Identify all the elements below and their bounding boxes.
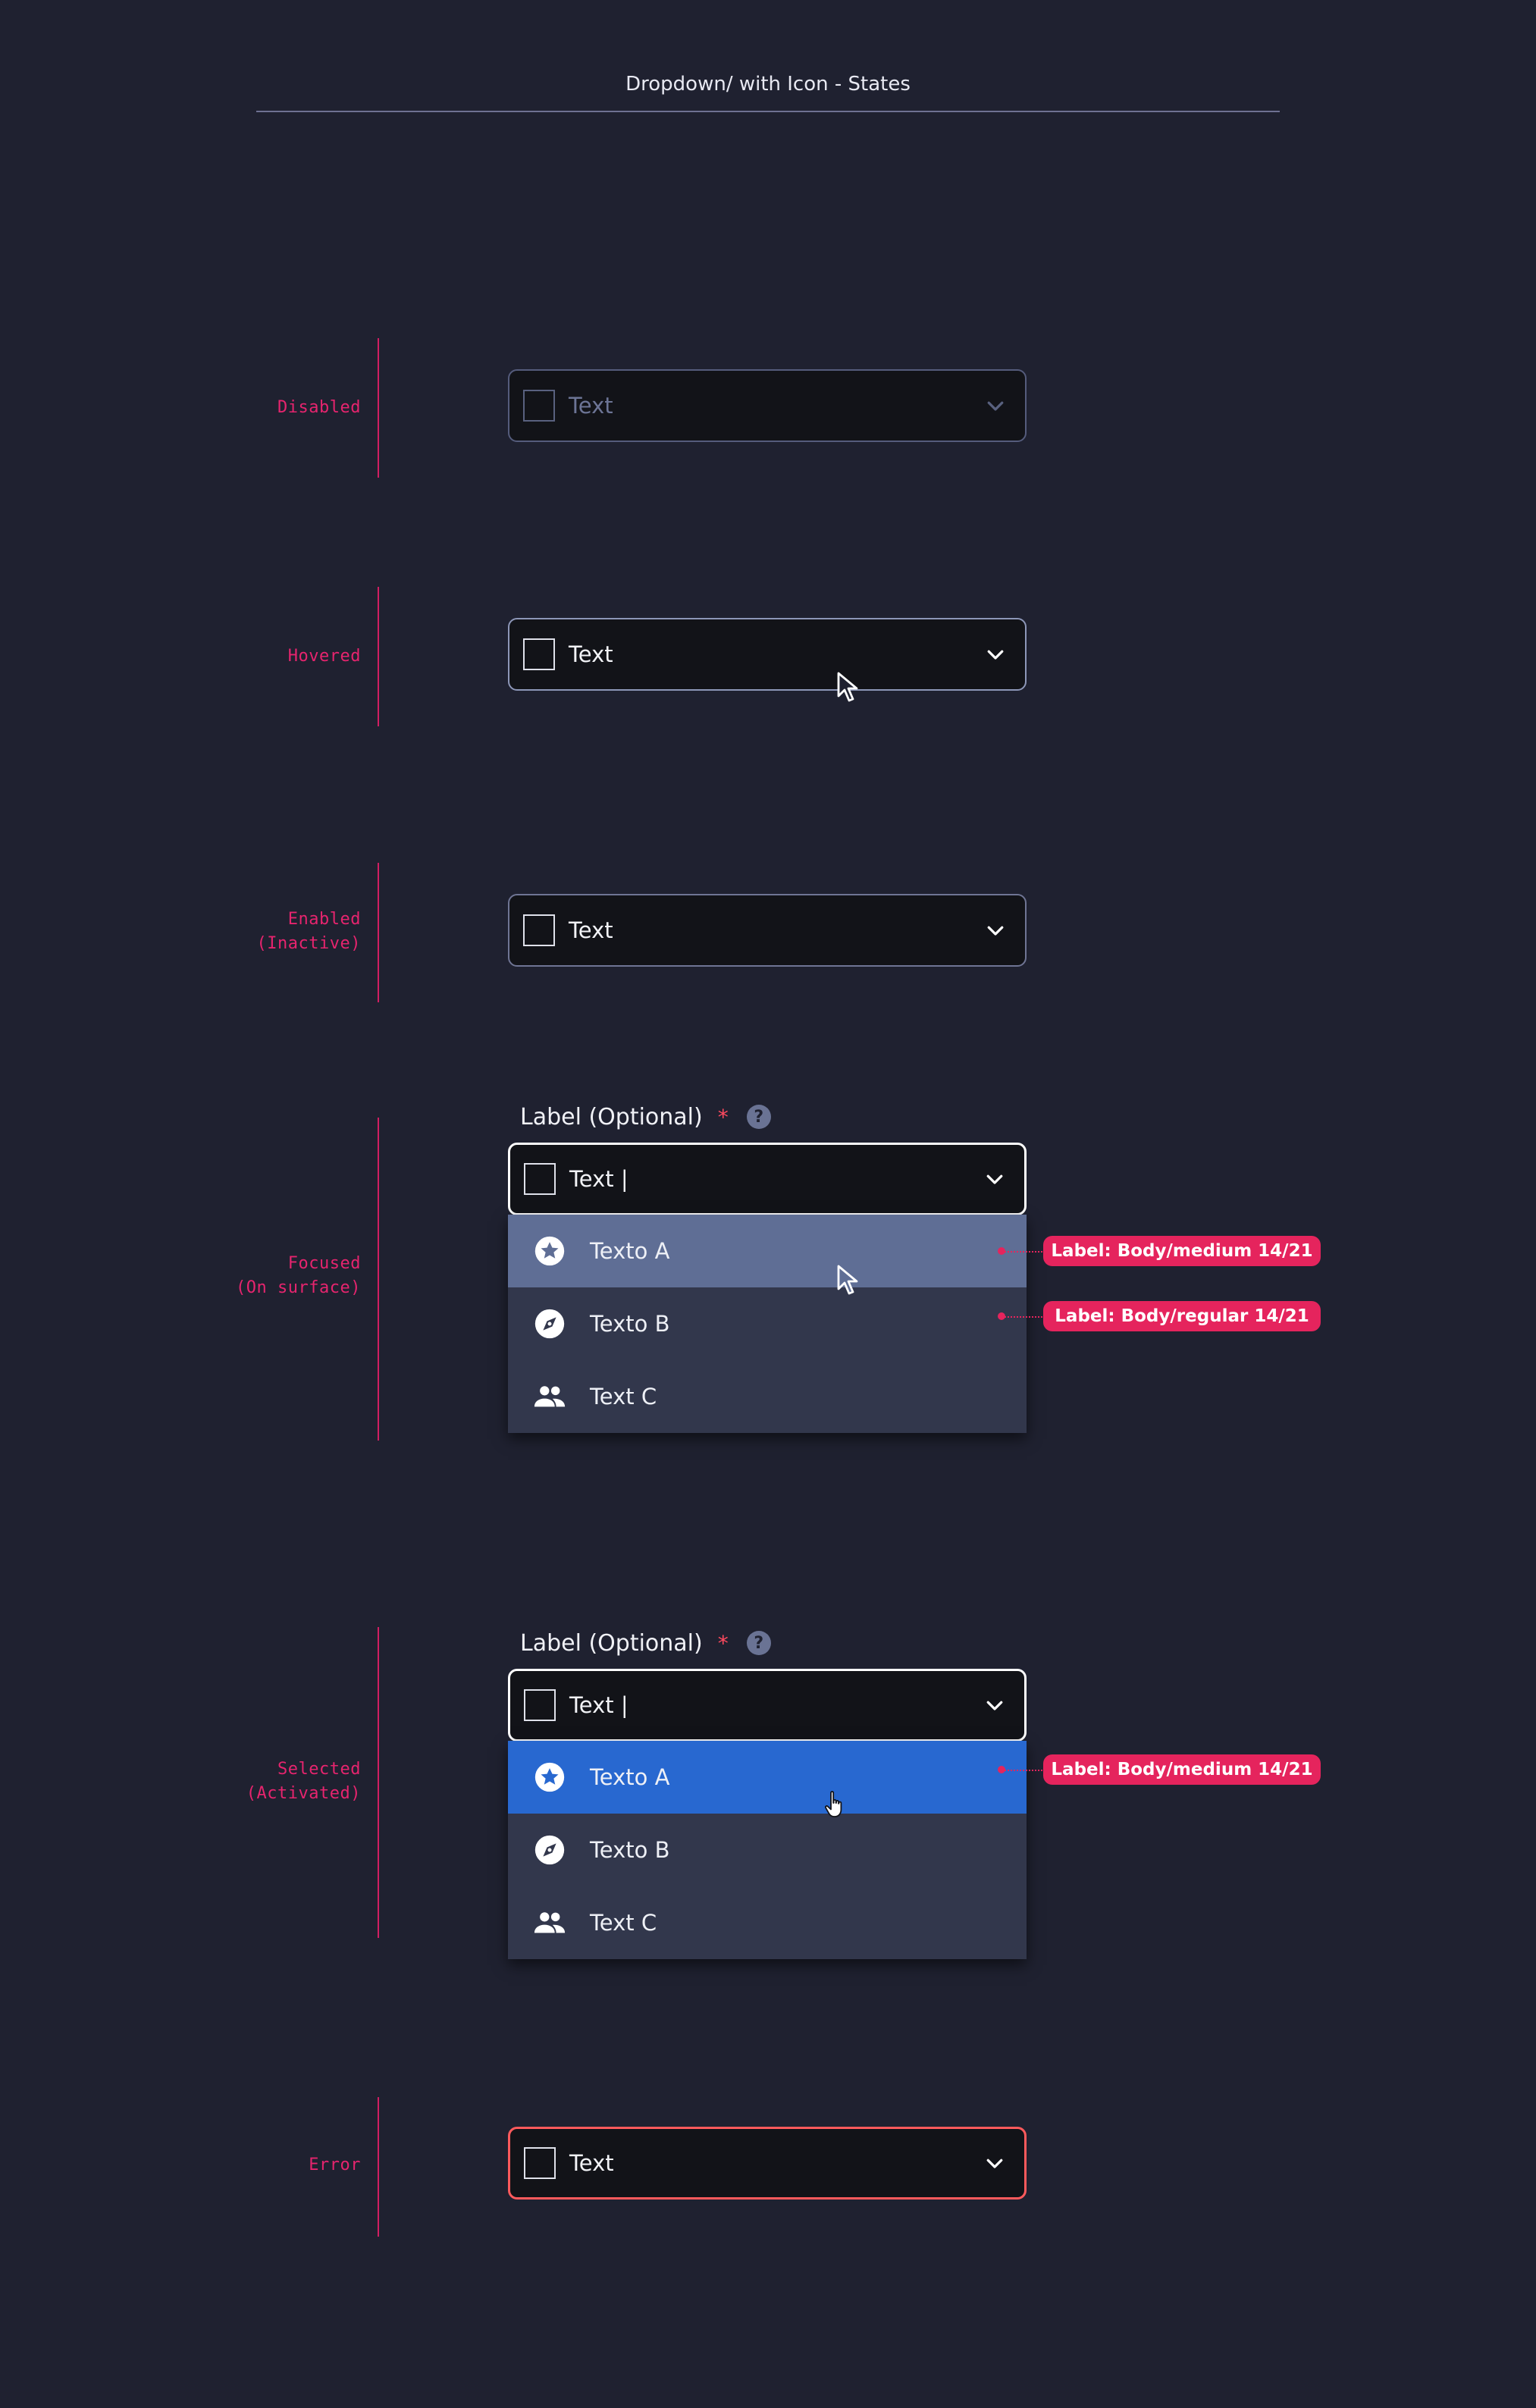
option-label: Texto B xyxy=(590,1837,670,1863)
placeholder-icon xyxy=(523,638,555,670)
dropdown-value: Text xyxy=(569,641,613,667)
dropdown-hovered[interactable]: Text xyxy=(508,618,1027,691)
people-icon xyxy=(534,1386,566,1407)
placeholder-icon xyxy=(524,1163,556,1195)
option-label: Text C xyxy=(590,1384,657,1409)
placeholder-icon xyxy=(523,390,555,422)
dropdown-disabled[interactable]: Text xyxy=(508,369,1027,442)
chevron-down-icon xyxy=(987,650,1004,660)
help-icon[interactable]: ? xyxy=(746,1631,771,1655)
field-label-text: Label (Optional) xyxy=(520,1629,703,1657)
menu-option[interactable]: Text C xyxy=(508,1360,1027,1433)
dropdown-selected[interactable]: Text | xyxy=(508,1669,1027,1742)
chevron-down-icon xyxy=(986,1174,1003,1184)
state-label-hovered: Hovered xyxy=(287,647,361,666)
dropdown-error[interactable]: Text xyxy=(508,2127,1027,2199)
state-indicator-bar xyxy=(378,338,379,478)
placeholder-icon xyxy=(523,914,555,946)
option-label: Texto A xyxy=(590,1238,670,1264)
annotation-leader xyxy=(1002,1770,1045,1771)
menu-option[interactable]: Texto B xyxy=(508,1814,1027,1886)
compass-icon xyxy=(534,1835,565,1865)
menu-option[interactable]: Texto A xyxy=(508,1741,1027,1814)
chevron-down-icon xyxy=(986,2159,1003,2168)
required-mark: * xyxy=(717,1630,729,1656)
dropdown-value: Text xyxy=(569,917,613,943)
annotation-leader xyxy=(1002,1251,1045,1253)
chevron-down-icon xyxy=(987,401,1004,411)
help-icon[interactable]: ? xyxy=(746,1105,771,1129)
chevron-down-icon xyxy=(987,926,1004,936)
title-divider xyxy=(256,111,1280,112)
state-indicator-bar xyxy=(378,1627,379,1938)
required-mark: * xyxy=(717,1104,729,1130)
option-label: Texto A xyxy=(590,1764,670,1790)
state-indicator-bar xyxy=(378,863,379,1002)
field-label: Label (Optional) * ? xyxy=(520,1628,771,1658)
dropdown-menu: Texto A Texto B Text C xyxy=(508,1741,1027,1959)
star-circle-icon xyxy=(534,1762,565,1792)
state-indicator-bar xyxy=(378,1118,379,1441)
state-indicator-bar xyxy=(378,587,379,726)
state-label-disabled: Disabled xyxy=(277,398,361,417)
state-label-selected: Selected (Activated) xyxy=(246,1760,361,1803)
people-icon xyxy=(534,1912,566,1933)
compass-icon xyxy=(534,1309,565,1339)
dropdown-enabled[interactable]: Text xyxy=(508,894,1027,967)
dropdown-value: Text | xyxy=(569,1166,629,1192)
field-label-text: Label (Optional) xyxy=(520,1103,703,1130)
dropdown-value: Text xyxy=(569,2150,614,2176)
menu-option[interactable]: Texto A xyxy=(508,1215,1027,1287)
star-circle-icon xyxy=(534,1236,565,1266)
dropdown-menu: Texto A Texto B Text C xyxy=(508,1215,1027,1433)
state-label-error: Error xyxy=(309,2156,361,2174)
placeholder-icon xyxy=(524,2147,556,2179)
pointer-cursor-icon xyxy=(837,672,858,702)
annotation-tag: Label: Body/medium 14/21 xyxy=(1043,1754,1321,1785)
dropdown-focused[interactable]: Text | xyxy=(508,1143,1027,1215)
menu-option[interactable]: Texto B xyxy=(508,1287,1027,1360)
menu-option[interactable]: Text C xyxy=(508,1886,1027,1959)
pointer-cursor-icon xyxy=(837,1265,858,1295)
hand-cursor-icon xyxy=(825,1791,842,1817)
state-label-focused: Focused (On surface) xyxy=(236,1254,361,1297)
annotation-tag: Label: Body/regular 14/21 xyxy=(1043,1301,1321,1331)
option-label: Text C xyxy=(590,1910,657,1936)
state-indicator-bar xyxy=(378,2097,379,2237)
dropdown-value: Text | xyxy=(569,1692,629,1718)
option-label: Texto B xyxy=(590,1311,670,1337)
annotation-leader xyxy=(1002,1316,1045,1318)
page-title: Dropdown/ with Icon - States xyxy=(625,73,911,96)
chevron-down-icon xyxy=(986,1701,1003,1710)
annotation-tag: Label: Body/medium 14/21 xyxy=(1043,1236,1321,1266)
dropdown-value: Text xyxy=(569,393,613,419)
placeholder-icon xyxy=(524,1689,556,1721)
state-label-enabled: Enabled (Inactive) xyxy=(256,910,361,953)
field-label: Label (Optional) * ? xyxy=(520,1102,771,1132)
